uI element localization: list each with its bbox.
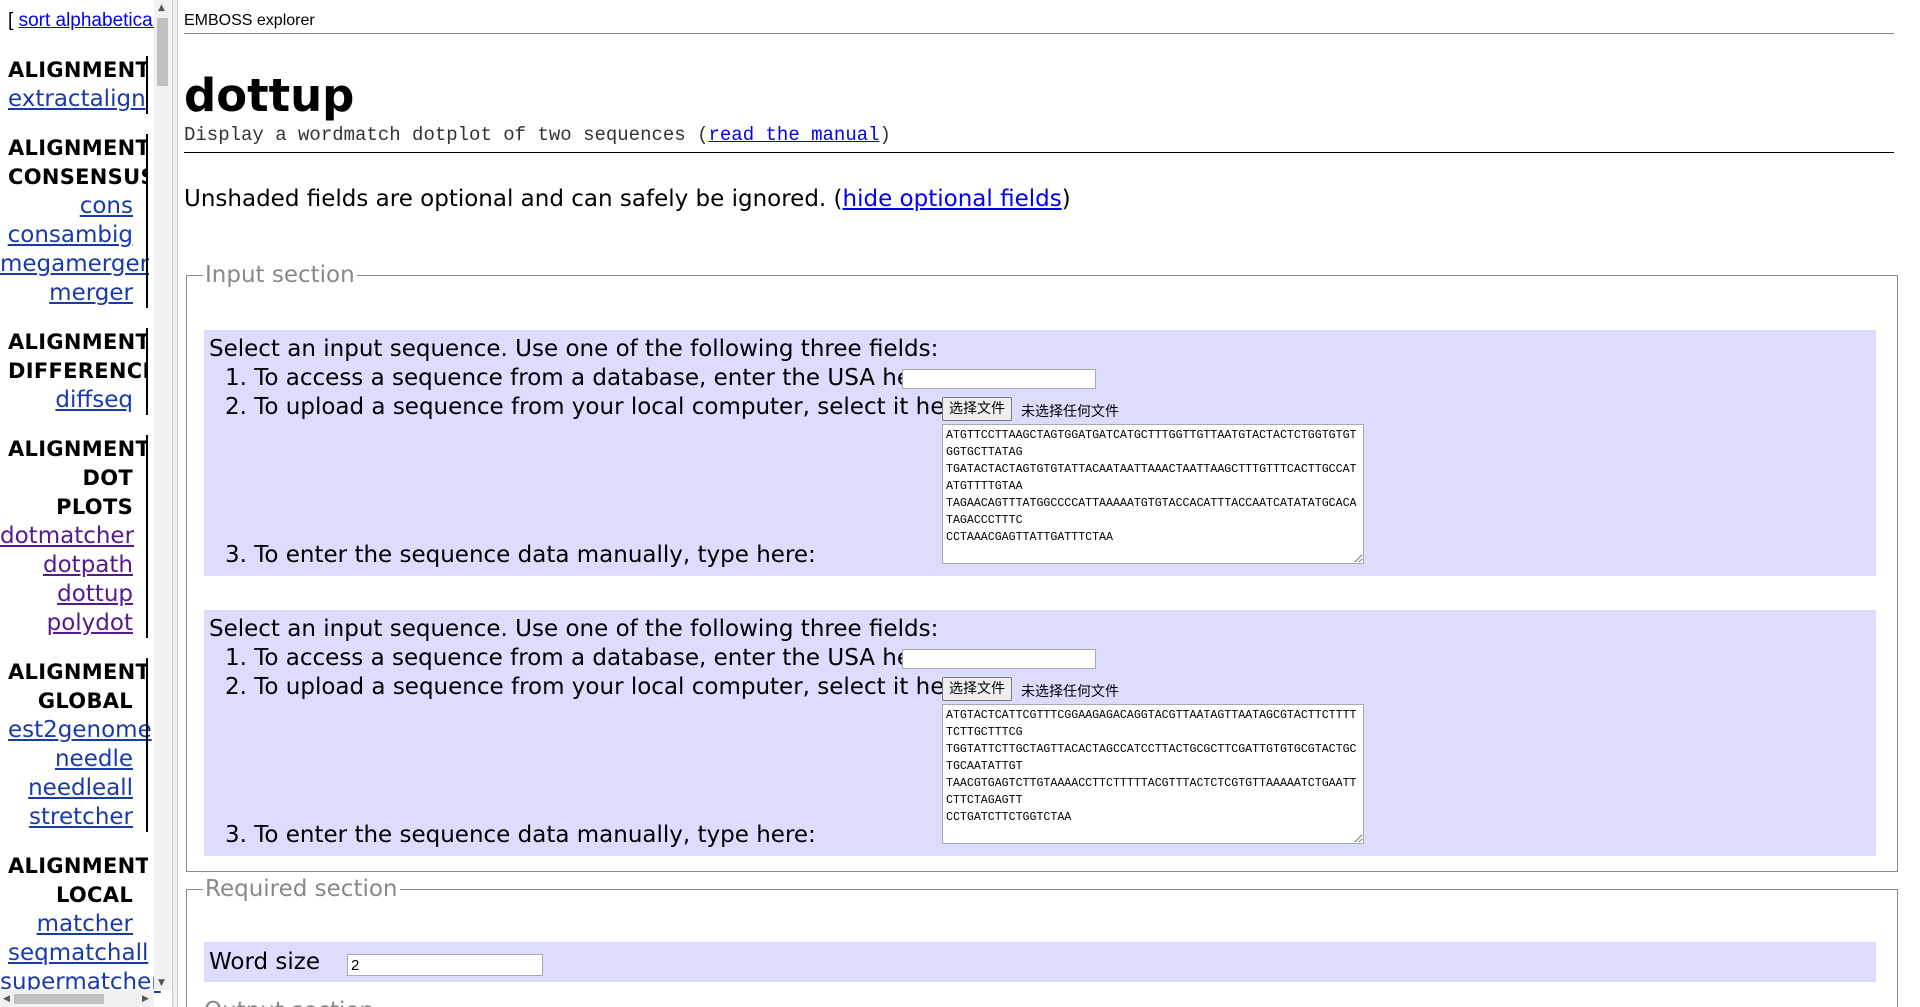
sequence-input-block-1: Select an input sequence. Use one of the… — [204, 330, 1876, 576]
sort-alphabetically-link[interactable]: sort alphabetically — [19, 10, 171, 31]
usa-input-1[interactable] — [902, 369, 1096, 389]
tool-link-dotmatcher[interactable]: dotmatcher — [0, 522, 134, 551]
category-title: LOCAL — [55, 883, 133, 907]
upload-option-label: 2. To upload a sequence from your local … — [225, 394, 976, 420]
main-vertical-scrollbar[interactable] — [1900, 0, 1920, 1007]
page-title: dottup — [184, 69, 355, 122]
left-vertical-scrollbar[interactable] — [154, 0, 171, 990]
choose-file-button-1[interactable]: 选择文件 — [942, 397, 1012, 421]
tool-link-matcher[interactable]: matcher — [0, 910, 133, 939]
category-title: ALIGNMENT — [8, 136, 148, 160]
subtitle-close: ) — [879, 124, 891, 146]
left-vertical-scroll-thumb[interactable] — [157, 18, 168, 86]
input-section-legend: Input section — [205, 262, 355, 288]
category-title: ALIGNMENT — [8, 854, 148, 878]
notice-close: ) — [1061, 186, 1071, 212]
tool-link-extractalign[interactable]: extractalign — [0, 85, 148, 114]
required-section-legend: Required section — [205, 876, 398, 902]
category-list: ALIGNMENT extractalign ALIGNMENT CONSENS… — [0, 56, 161, 1007]
banner: EMBOSS explorer — [184, 12, 315, 29]
category-alignment-global: ALIGNMENT GLOBAL est2genome needle needl… — [0, 658, 152, 832]
sort-bracket: [ — [8, 10, 14, 31]
file-status-1: 未选择任何文件 — [1021, 404, 1119, 420]
category-divider — [146, 658, 148, 832]
word-size-input[interactable] — [347, 954, 543, 976]
notice-text: Unshaded fields are optional and can saf… — [184, 186, 843, 212]
choose-file-button-2[interactable]: 选择文件 — [942, 677, 1012, 701]
left-horizontal-scroll-thumb[interactable] — [14, 994, 104, 1004]
category-divider — [146, 328, 148, 415]
manual-entry-label: 3. To enter the sequence data manually, … — [225, 822, 816, 848]
category-divider — [146, 134, 148, 308]
scroll-right-arrow-icon[interactable]: ▶ — [142, 994, 149, 1004]
read-manual-link[interactable]: read the manual — [709, 124, 880, 146]
category-title: CONSENSUS — [8, 165, 148, 189]
tool-link-merger[interactable]: merger — [0, 279, 133, 308]
sequence-block-heading: Select an input sequence. Use one of the… — [209, 616, 939, 642]
banner-divider — [184, 33, 1894, 34]
word-size-row: Word size — [204, 942, 1876, 982]
scroll-down-arrow-icon[interactable]: ▼ — [158, 978, 165, 988]
tool-list-frame: [ sort alphabetically ALIGNMENT extracta… — [0, 0, 172, 1007]
tool-link-needleall[interactable]: needleall — [0, 774, 133, 803]
sequence-textarea-2[interactable]: ATGTACTCATTCGTTTCGGAAGAGACAGGTACGTTAATAG… — [942, 704, 1364, 844]
category-alignment-dot-plots: ALIGNMENT DOT PLOTS dotmatcher dotpath d… — [0, 435, 148, 638]
tool-link-consambig[interactable]: consambig — [0, 221, 133, 250]
scroll-up-arrow-icon[interactable]: ▲ — [158, 3, 165, 13]
category-alignment-consensus: ALIGNMENT CONSENSUS cons consambig megam… — [0, 134, 149, 308]
page-subtitle: Display a wordmatch dotplot of two seque… — [184, 124, 891, 146]
tool-link-dotpath[interactable]: dotpath — [0, 551, 133, 580]
file-status-2: 未选择任何文件 — [1021, 684, 1119, 700]
manual-entry-label: 3. To enter the sequence data manually, … — [225, 542, 816, 568]
optional-fields-notice: Unshaded fields are optional and can saf… — [184, 186, 1071, 212]
tool-link-seqmatchall[interactable]: seqmatchall — [0, 939, 148, 968]
category-divider — [146, 435, 148, 638]
usa-option-label: 1. To access a sequence from a database,… — [225, 645, 942, 671]
sequence-textarea-1[interactable]: ATGTTCCTTAAGCTAGTGGATGATCATGCTTTGGTTGTTA… — [942, 424, 1364, 564]
subtitle-text: Display a wordmatch dotplot of two seque… — [184, 124, 709, 146]
main-frame: EMBOSS explorer dottup Display a wordmat… — [178, 0, 1900, 1007]
category-title: ALIGNMENT — [8, 58, 148, 82]
category-title: ALIGNMENT — [8, 660, 148, 684]
category-alignment-differences: ALIGNMENT DIFFERENCES diffseq — [0, 328, 148, 415]
sequence-block-heading: Select an input sequence. Use one of the… — [209, 336, 939, 362]
category-alignment: ALIGNMENT extractalign — [0, 56, 148, 114]
tool-link-cons[interactable]: cons — [0, 192, 133, 221]
output-section-legend: Output section — [204, 998, 374, 1007]
category-title: ALIGNMENT — [8, 437, 148, 461]
category-divider — [146, 56, 148, 114]
category-title: ALIGNMENT — [8, 330, 148, 354]
tool-link-megamerger[interactable]: megamerger — [0, 250, 149, 279]
category-title: PLOTS — [56, 495, 133, 519]
word-size-label: Word size — [209, 949, 321, 975]
scroll-left-arrow-icon[interactable]: ◀ — [3, 994, 10, 1004]
upload-option-label: 2. To upload a sequence from your local … — [225, 674, 976, 700]
category-title: GLOBAL — [37, 689, 133, 713]
category-title: DIFFERENCES — [8, 359, 148, 383]
tool-link-stretcher[interactable]: stretcher — [0, 803, 133, 832]
usa-input-2[interactable] — [902, 649, 1096, 669]
tool-link-needle[interactable]: needle — [0, 745, 133, 774]
hide-optional-fields-link[interactable]: hide optional fields — [843, 186, 1062, 212]
usa-option-label: 1. To access a sequence from a database,… — [225, 365, 942, 391]
tool-link-dottup[interactable]: dottup — [0, 580, 133, 609]
title-divider — [184, 152, 1894, 153]
tool-link-est2genome[interactable]: est2genome — [0, 716, 152, 745]
sort-line: [ sort alphabetically — [8, 10, 171, 32]
tool-link-polydot[interactable]: polydot — [0, 609, 133, 638]
category-alignment-local: ALIGNMENT LOCAL matcher seqmatchall supe… — [0, 852, 161, 997]
sequence-input-block-2: Select an input sequence. Use one of the… — [204, 610, 1876, 856]
tool-link-diffseq[interactable]: diffseq — [0, 386, 133, 415]
category-title: DOT — [82, 466, 133, 490]
